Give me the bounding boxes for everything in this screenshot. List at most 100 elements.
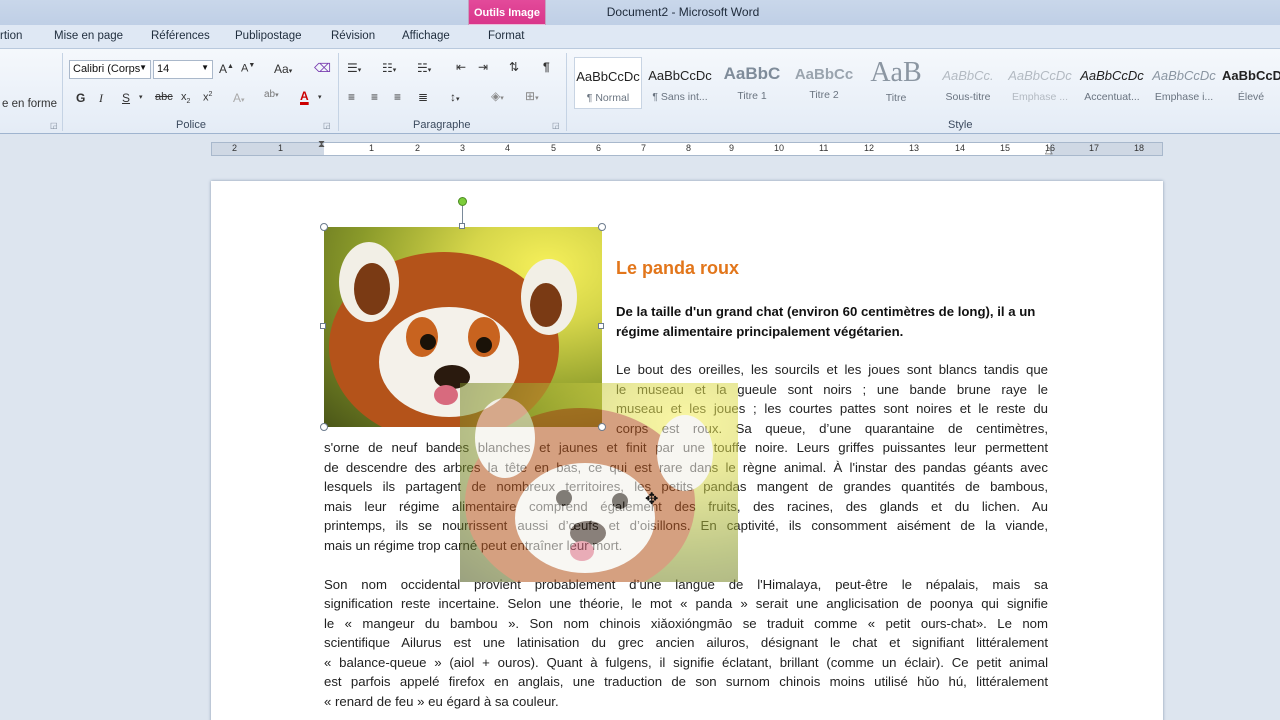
style-sample: AaBbCcDc [648,68,712,83]
style-normal[interactable]: AaBbCcDc ¶ Normal [574,57,642,109]
style-sample: AaBbCc. [942,68,994,83]
justify-icon[interactable]: ≣ [418,90,428,104]
style-sous-titre[interactable]: AaBbCc. Sous-titre [934,57,1002,109]
font-name-combo[interactable]: Calibri (Corps ▼ [69,60,151,79]
style-sample: AaBbCcDc [1080,68,1144,83]
tab-publipostage[interactable]: Publipostage [235,30,302,42]
body-line: le « mangeur du bambou ». Son nom chinoi… [324,616,1048,631]
resize-handle-right[interactable] [598,323,604,329]
style-name: Titre 1 [737,90,767,102]
resize-handle-bottom-right[interactable] [598,423,606,431]
right-indent-marker-icon[interactable]: △ [1045,145,1053,156]
style-eleve[interactable]: AaBbCcD Élevé [1222,57,1280,109]
font-color-icon[interactable]: A [300,89,309,103]
bullets-icon[interactable]: ☰▾ [347,61,361,75]
multilevel-list-icon[interactable]: ☵▾ [417,61,431,75]
style-name: Titre 2 [809,89,839,101]
change-case-icon[interactable]: Aa▾ [274,62,292,76]
rotate-handle[interactable] [458,197,467,206]
align-center-icon[interactable]: ≡ [371,90,378,104]
grow-font-icon[interactable]: A▲ [219,62,234,76]
pilcrow-icon[interactable]: ¶ [543,60,550,74]
subscript-icon[interactable]: x2 [181,91,190,105]
resize-handle-left[interactable] [320,323,326,329]
shrink-font-icon[interactable]: A▼ [241,62,255,75]
style-titre[interactable]: AaB Titre [862,57,930,109]
body-line: « renard de feu » eu égard à sa couleur. [324,694,559,709]
increase-indent-icon[interactable]: ⇥ [478,60,488,74]
style-titre-2[interactable]: AaBbCc Titre 2 [790,57,858,109]
ruler-number: 1 [369,143,375,153]
launcher-icon[interactable]: ◲ [323,121,331,130]
resize-handle-top-left[interactable] [320,223,328,231]
ruler-number: 1 [278,143,284,153]
horizontal-ruler[interactable]: 2 1 1 2 3 4 5 6 7 8 9 10 11 12 13 14 15 … [211,139,1163,156]
style-sample: AaBbCcDc [576,69,640,84]
superscript-icon[interactable]: x2 [203,91,212,104]
style-accentuation[interactable]: AaBbCcDc Accentuat... [1078,57,1146,109]
style-emphase-pale[interactable]: AaBbCcDc Emphase ... [1006,57,1074,109]
numbering-icon[interactable]: ☷▾ [382,61,396,75]
highlight-icon[interactable]: ab▾ [264,89,279,100]
tab-format[interactable]: Format [488,30,524,42]
text-effects-icon[interactable]: A▾ [233,91,245,105]
window-title: Document2 - Microsoft Word [606,5,760,19]
bold-button[interactable]: G [76,91,85,105]
style-name: Accentuat... [1084,91,1140,103]
resize-handle-bottom-left[interactable] [320,423,328,431]
underline-button[interactable]: S [122,91,130,105]
align-left-icon[interactable]: ≡ [348,90,355,104]
ruler-number: 8 [686,143,692,153]
align-right-icon[interactable]: ≡ [394,90,401,104]
tab-mise-en-page[interactable]: Mise en page [54,30,123,42]
chevron-down-icon[interactable]: ▾ [318,93,322,101]
launcher-icon[interactable]: ◲ [552,121,560,130]
lead-paragraph: De la taille d'un grand chat (environ 60… [616,304,1036,339]
move-cursor-icon: ✥ [645,491,659,508]
group-separator [566,53,567,131]
italic-button[interactable]: I [99,91,103,106]
resize-handle-top[interactable] [459,223,465,229]
tab-insertion[interactable]: rtion [0,30,22,42]
style-name: Emphase ... [1011,91,1069,103]
ruler-number: 5 [551,143,557,153]
ruler-number: 2 [415,143,421,153]
style-name: Sous-titre [945,91,991,103]
indent-marker-icon[interactable]: ⧗ [318,139,325,150]
line-spacing-icon[interactable]: ↕▾ [450,90,460,104]
style-sample: AaBbCcDc [1152,68,1216,83]
sort-icon[interactable]: ⇅ [509,60,519,74]
group-separator [338,53,339,131]
ruler-number: 18 [1134,143,1145,153]
mise-en-forme-fragment[interactable]: e en forme [2,98,57,110]
body-line: scientifique Ailurus est une latinisatio… [324,635,1048,650]
chevron-down-icon[interactable]: ▾ [139,93,143,101]
borders-icon[interactable]: ⊞▾ [525,89,539,103]
font-size-combo[interactable]: 14 ▼ [153,60,213,79]
group-separator [62,53,63,131]
style-name: Élevé [1237,91,1265,103]
launcher-icon[interactable]: ◲ [50,121,58,130]
clear-formatting-icon[interactable]: ⌫ [314,61,331,75]
tab-revision[interactable]: Révision [331,30,375,42]
shading-icon[interactable]: ◈▾ [491,89,504,103]
group-label-style: Style [948,119,973,131]
decrease-indent-icon[interactable]: ⇤ [456,60,466,74]
resize-handle-top-right[interactable] [598,223,606,231]
style-sans-interligne[interactable]: AaBbCcDc ¶ Sans int... [646,57,714,109]
chevron-down-icon[interactable]: ▼ [201,63,209,72]
style-name: ¶ Normal [586,92,630,104]
tab-references[interactable]: Références [151,30,210,42]
red-panda-illustration [465,398,713,582]
ruler-number: 17 [1089,143,1100,153]
ruler-number: 6 [596,143,602,153]
chevron-down-icon[interactable]: ▼ [139,63,147,72]
ruler-number: 3 [460,143,466,153]
ruler-number: 9 [729,143,735,153]
group-label-police: Police [176,119,206,131]
strikethrough-icon[interactable]: abc [155,91,173,103]
ruler-number: 10 [774,143,785,153]
tab-affichage[interactable]: Affichage [402,30,450,42]
style-titre-1[interactable]: AaBbC Titre 1 [718,57,786,109]
style-emphase-intense[interactable]: AaBbCcDc Emphase i... [1150,57,1218,109]
